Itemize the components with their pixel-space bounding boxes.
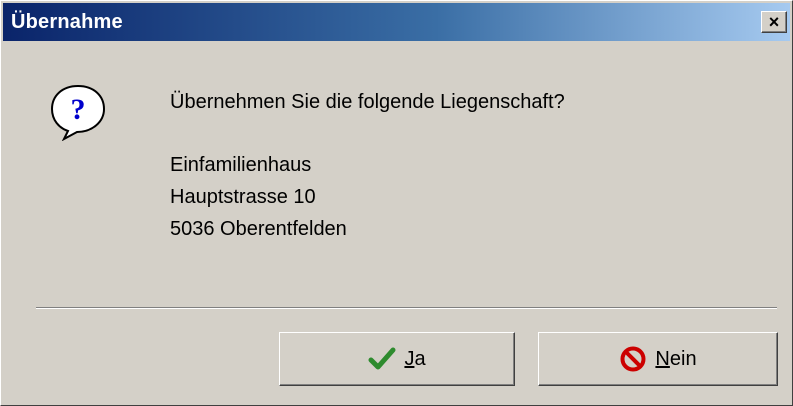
svg-text:?: ? (71, 93, 86, 126)
title-bar[interactable]: Übernahme × (3, 3, 790, 41)
yes-button[interactable]: Ja (279, 332, 515, 386)
dialog-window: Übernahme × ? Übernehmen Sie die folgend… (0, 0, 793, 406)
property-street: Hauptstrasse 10 (170, 186, 316, 208)
yes-label: Ja (404, 347, 426, 370)
question-icon: ? (50, 84, 106, 141)
check-icon (368, 347, 396, 370)
property-city: 5036 Oberentfelden (170, 218, 347, 240)
no-label: Nein (655, 347, 697, 370)
no-button[interactable]: Nein (538, 332, 778, 386)
property-type: Einfamilienhaus (170, 154, 312, 176)
close-button[interactable]: × (761, 11, 787, 33)
close-icon: × (768, 12, 780, 32)
separator (36, 307, 777, 309)
property-details: Einfamilienhaus Hauptstrasse 10 5036 Obe… (170, 149, 347, 245)
window-title: Übernahme (11, 10, 123, 33)
no-entry-icon (620, 346, 646, 372)
prompt-text: Übernehmen Sie die folgende Liegenschaft… (170, 91, 565, 113)
